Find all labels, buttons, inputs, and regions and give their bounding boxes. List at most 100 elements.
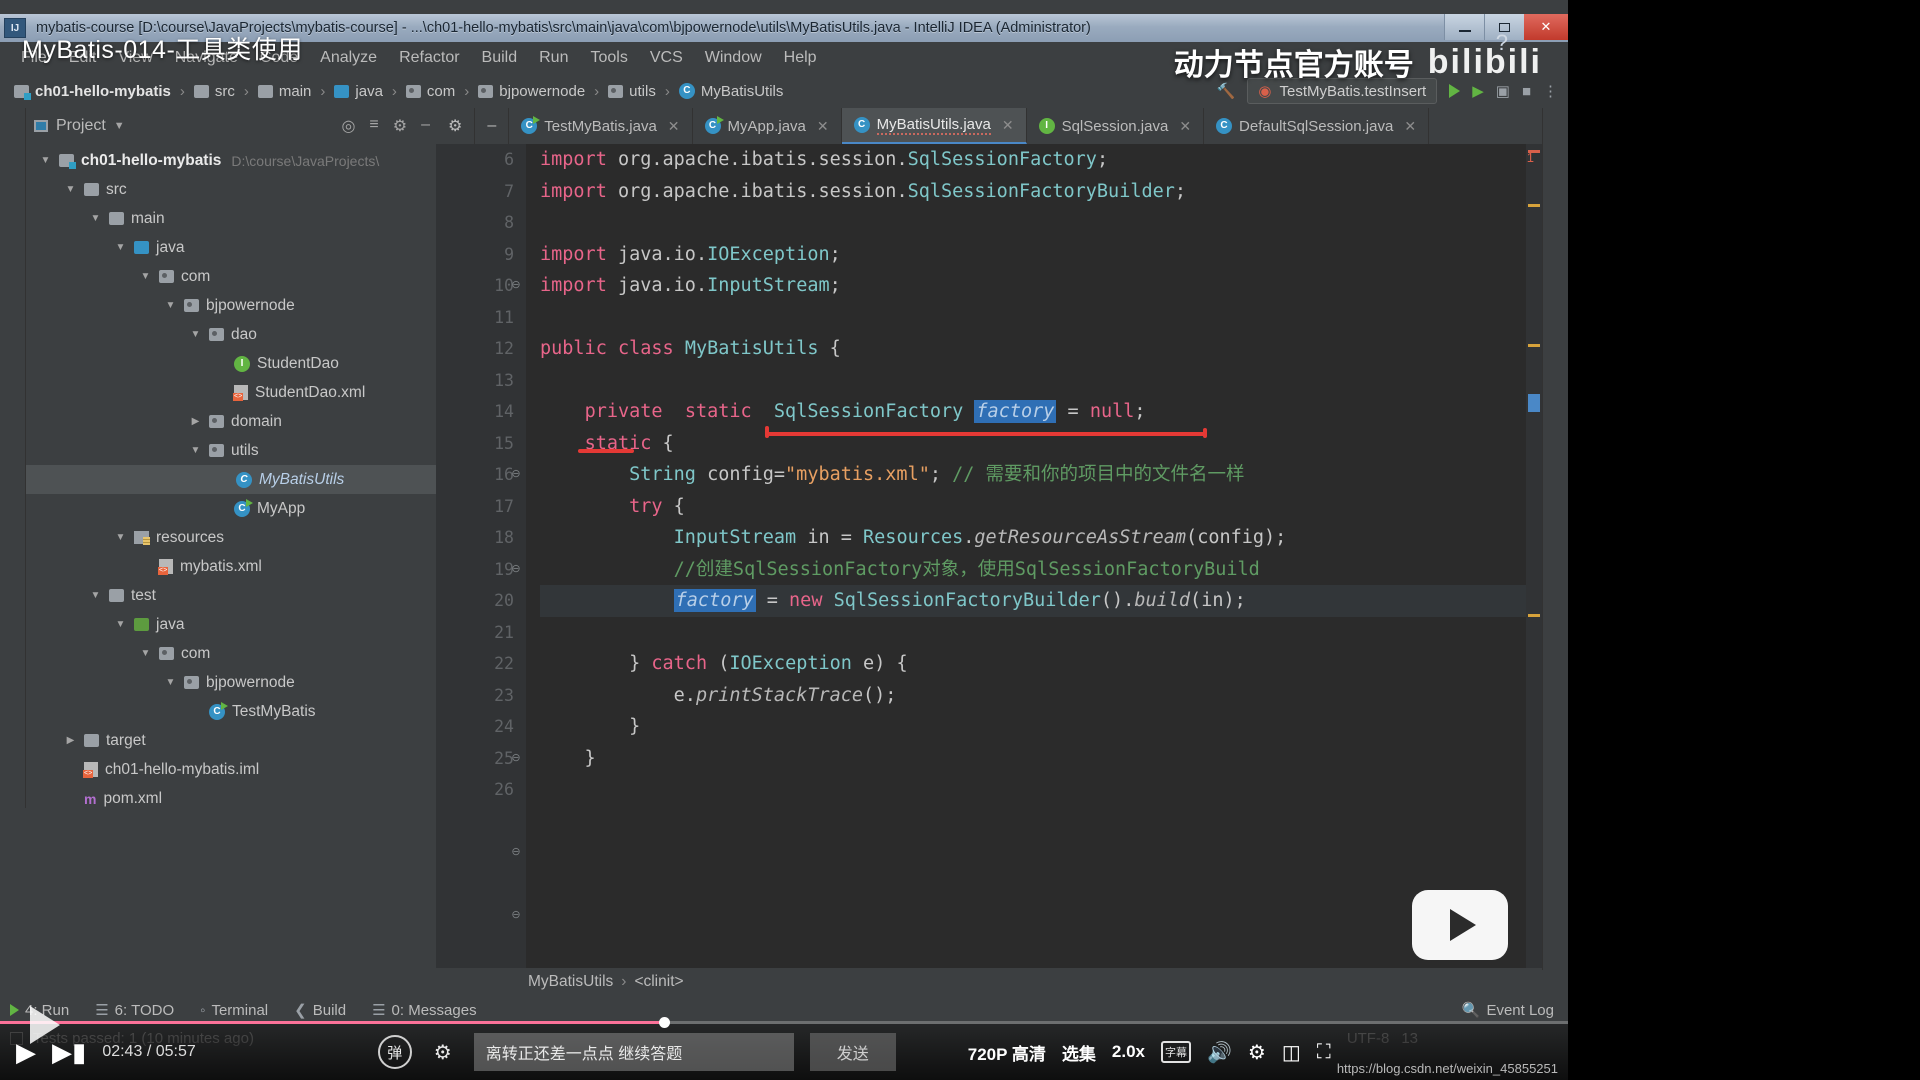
code-editor[interactable]: 6 7 8 9 ⊖ 10 11 12 13 14 ⊖ 15 16 ⊖ 17 18 19 20 21 ⊖ 22 23 ⊖ 24 ⊖… [436, 144, 1542, 970]
breadcrumb-item-src[interactable]: src [190, 82, 239, 101]
fullscreen-icon[interactable]: ⛶ [1317, 1041, 1331, 1064]
menu-help[interactable]: Help [773, 47, 828, 69]
code-line[interactable]: } [540, 711, 1542, 743]
hammer-icon[interactable]: 🔨 [1217, 82, 1236, 100]
coverage-icon[interactable]: ▣ [1496, 82, 1510, 100]
tree-expand-arrow[interactable]: ▶ [188, 416, 203, 427]
tab-myapp[interactable]: C MyApp.java ✕ [693, 108, 842, 144]
line-number[interactable]: 26 [436, 774, 526, 806]
fold-toggle-icon[interactable]: ⊖ [510, 908, 522, 921]
playback-speed-button[interactable]: 2.0x [1112, 1042, 1145, 1062]
tree-expand-arrow[interactable]: ▼ [188, 445, 203, 456]
video-progress-knob[interactable] [658, 1017, 670, 1028]
line-number[interactable]: 18 [436, 522, 526, 554]
tree-item-studentdao[interactable]: I StudentDao [26, 349, 436, 378]
tree-expand-arrow[interactable]: ▼ [163, 300, 178, 311]
editor-hide-icon[interactable]: – [475, 108, 510, 144]
editor-breadcrumb-member[interactable]: <clinit> [634, 973, 683, 991]
more-icon[interactable]: ⋮ [1543, 82, 1558, 100]
code-line[interactable] [540, 774, 1542, 806]
tree-item-resources[interactable]: ▼ resources [26, 523, 436, 552]
line-number[interactable]: 12 [436, 333, 526, 365]
line-number[interactable]: 7 [436, 176, 526, 208]
tree-expand-arrow[interactable]: ▼ [63, 184, 78, 195]
run-icon[interactable] [1449, 84, 1461, 98]
fold-toggle-icon[interactable]: ⊖ [510, 278, 522, 291]
fold-toggle-icon[interactable]: ⊖ [510, 751, 522, 764]
tree-item-utils[interactable]: ▼ utils [26, 436, 436, 465]
menu-window[interactable]: Window [694, 47, 773, 69]
tree-item-dao[interactable]: ▼ dao [26, 320, 436, 349]
close-button[interactable]: ✕ [1524, 14, 1568, 40]
tree-item-testmybatis[interactable]: C TestMyBatis [26, 697, 436, 726]
line-number[interactable]: 15 [436, 428, 526, 460]
warning-marker[interactable] [1528, 204, 1540, 207]
line-number[interactable]: 8 [436, 207, 526, 239]
code-line[interactable]: public class MyBatisUtils { [540, 333, 1542, 365]
tree-item-domain[interactable]: ▶ domain [26, 407, 436, 436]
menu-tools[interactable]: Tools [579, 47, 638, 69]
danmu-settings-icon[interactable]: ⚙ [428, 1038, 458, 1066]
widescreen-icon[interactable]: ◫ [1282, 1040, 1301, 1065]
breadcrumb-item-java[interactable]: java [330, 82, 387, 101]
code-line[interactable]: import java.io.IOException; [540, 239, 1542, 271]
code-line[interactable]: private static SqlSessionFactory factory… [540, 396, 1542, 428]
line-number[interactable]: 6 [436, 144, 526, 176]
menu-run[interactable]: Run [528, 47, 579, 69]
toolwindow-messages[interactable]: ☰ 0: Messages [372, 1001, 477, 1020]
project-tree[interactable]: ▼ ch01-hello-mybatis D:\course\JavaProject… [26, 146, 436, 970]
line-number[interactable]: 17 [436, 491, 526, 523]
video-progress-bar[interactable] [0, 1017, 1568, 1028]
gear-icon[interactable]: ⚙ [1248, 1040, 1266, 1065]
code-line[interactable]: e.printStackTrace(); [540, 680, 1542, 712]
tab-defaultsqlsession[interactable]: C DefaultSqlSession.java ✕ [1204, 108, 1430, 144]
breadcrumb-item-bjpowernode[interactable]: bjpowernode [474, 82, 589, 101]
target-icon[interactable]: ◎ [341, 116, 355, 136]
editor-marker-strip[interactable] [1526, 144, 1542, 970]
tree-expand-arrow[interactable]: ▼ [88, 213, 103, 224]
tree-item-java[interactable]: ▼ java [26, 610, 436, 639]
menu-analyze[interactable]: Analyze [309, 47, 388, 69]
code-line[interactable]: InputStream in = Resources.getResourceAs… [540, 522, 1542, 554]
tab-sqlsession[interactable]: I SqlSession.java ✕ [1027, 108, 1205, 144]
video-play-badge[interactable] [1412, 890, 1508, 960]
code-line[interactable]: import java.io.InputStream; [540, 270, 1542, 302]
close-icon[interactable]: ✕ [817, 118, 829, 135]
fold-toggle-icon[interactable]: ⊖ [510, 562, 522, 575]
danmu-input[interactable]: 离转正还差一点点 继续答题 [473, 1033, 794, 1071]
menu-vcs[interactable]: VCS [639, 47, 694, 69]
selected-identifier[interactable]: factory [974, 400, 1057, 423]
editor-breadcrumb-class[interactable]: MyBatisUtils [528, 973, 613, 991]
breadcrumb-item-com[interactable]: com [402, 82, 459, 101]
error-count-badge[interactable]: 1 [1527, 150, 1534, 165]
minimize-button[interactable] [1444, 14, 1484, 40]
tree-item-bjpowernode[interactable]: ▼ bjpowernode [26, 668, 436, 697]
code-line[interactable]: String config="mybatis.xml"; // 需要和你的项目中… [540, 459, 1542, 491]
gear-icon[interactable]: ⚙ [393, 116, 407, 136]
tree-item-mybatis-xml[interactable]: mybatis.xml [26, 552, 436, 581]
editor-gutter[interactable]: 6 7 8 9 ⊖ 10 11 12 13 14 ⊖ 15 16 ⊖ 17 18 19 20 21 ⊖ 22 23 ⊖ 24 ⊖… [436, 144, 526, 970]
code-line[interactable] [540, 302, 1542, 334]
warning-marker[interactable] [1528, 614, 1540, 617]
code-line[interactable] [540, 365, 1542, 397]
close-icon[interactable]: ✕ [1404, 118, 1416, 135]
event-log-button[interactable]: 🔍 Event Log [1462, 996, 1554, 1024]
toolwindow-todo[interactable]: ☰ 6: TODO [95, 1001, 174, 1020]
code-line[interactable]: import org.apache.ibatis.session.SqlSess… [540, 144, 1542, 176]
breadcrumb-item-mybatisutils[interactable]: C MyBatisUtils [675, 82, 788, 101]
overlay-play-icon[interactable] [30, 1006, 60, 1044]
code-line[interactable]: import org.apache.ibatis.session.SqlSess… [540, 176, 1542, 208]
episodes-button[interactable]: 选集 [1062, 1040, 1096, 1065]
tree-item-ch01-hello-mybatis-iml[interactable]: ch01-hello-mybatis.iml [26, 755, 436, 784]
minimize-icon[interactable]: – [421, 116, 430, 136]
tree-item-com[interactable]: ▼ com [26, 262, 436, 291]
line-number[interactable]: 23 [436, 680, 526, 712]
tree-item-java[interactable]: ▼ java [26, 233, 436, 262]
code-line[interactable]: } catch (IOException e) { [540, 648, 1542, 680]
breadcrumb-item-main[interactable]: main [254, 82, 316, 101]
debug-run-icon[interactable]: ▶ [1472, 82, 1484, 100]
tree-item-com[interactable]: ▼ com [26, 639, 436, 668]
code-line[interactable] [540, 207, 1542, 239]
code-line[interactable]: } [540, 743, 1542, 775]
tree-expand-arrow[interactable]: ▼ [38, 155, 53, 166]
